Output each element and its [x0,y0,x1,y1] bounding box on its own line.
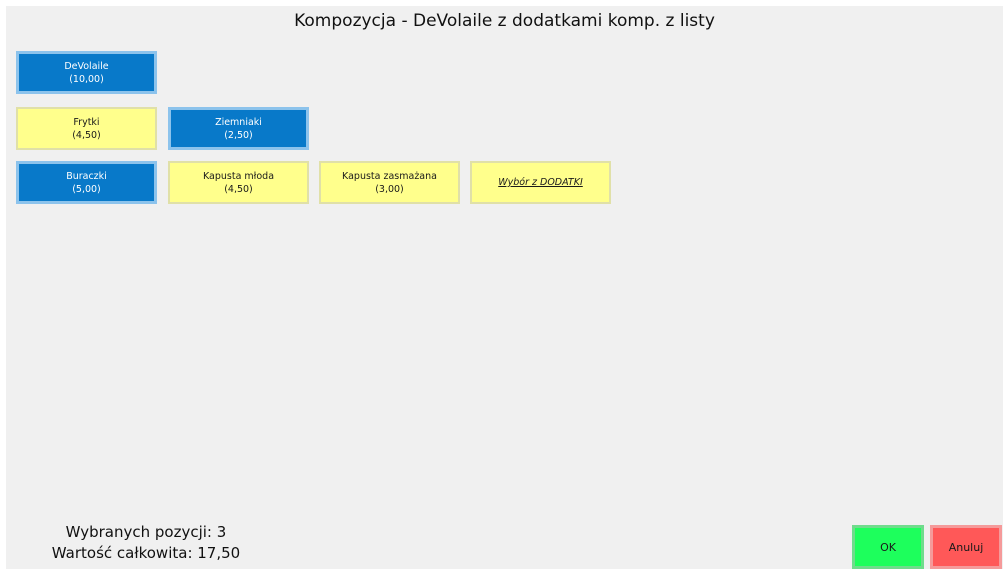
tile-kapusta-zasmazana[interactable]: Kapusta zasmażana (3,00) [319,161,460,204]
tile-kapusta-mloda[interactable]: Kapusta młoda (4,50) [168,161,309,204]
tile-buraczki-price: (5,00) [72,183,101,195]
tile-kapusta-zasmazana-name: Kapusta zasmażana [342,170,437,182]
tile-ziemniaki[interactable]: Ziemniaki (2,50) [168,107,309,150]
tile-kapusta-zasmazana-price: (3,00) [375,183,404,195]
tile-ziemniaki-name: Ziemniaki [215,116,262,128]
composition-dialog: Kompozycja - DeVolaile z dodatkami komp.… [6,6,1003,569]
wybor-dodatki-link[interactable]: Wybór z DODATKI [498,176,583,189]
tile-frytki[interactable]: Frytki (4,50) [16,107,157,150]
cancel-button[interactable]: Anuluj [930,525,1002,569]
tile-wybor-dodatki[interactable]: Wybór z DODATKI [470,161,611,204]
dialog-title: Kompozycja - DeVolaile z dodatkami komp.… [294,11,715,31]
tile-devolaile[interactable]: DeVolaile (10,00) [16,51,157,94]
tile-devolaile-price: (10,00) [69,73,104,85]
selected-count: Wybranych pozycji: 3 [65,523,227,541]
tile-kapusta-mloda-name: Kapusta młoda [202,170,275,182]
tile-kapusta-mloda-price: (4,50) [224,183,253,195]
tile-ziemniaki-price: (2,50) [224,129,253,141]
tile-frytki-price: (4,50) [72,129,101,141]
tile-frytki-name: Frytki [73,116,100,128]
ok-button[interactable]: OK [852,525,924,569]
total-value: Wartość całkowita: 17,50 [51,544,241,562]
tile-buraczki-name: Buraczki [66,170,107,182]
tile-devolaile-name: DeVolaile [64,60,109,72]
tile-buraczki[interactable]: Buraczki (5,00) [16,161,157,204]
